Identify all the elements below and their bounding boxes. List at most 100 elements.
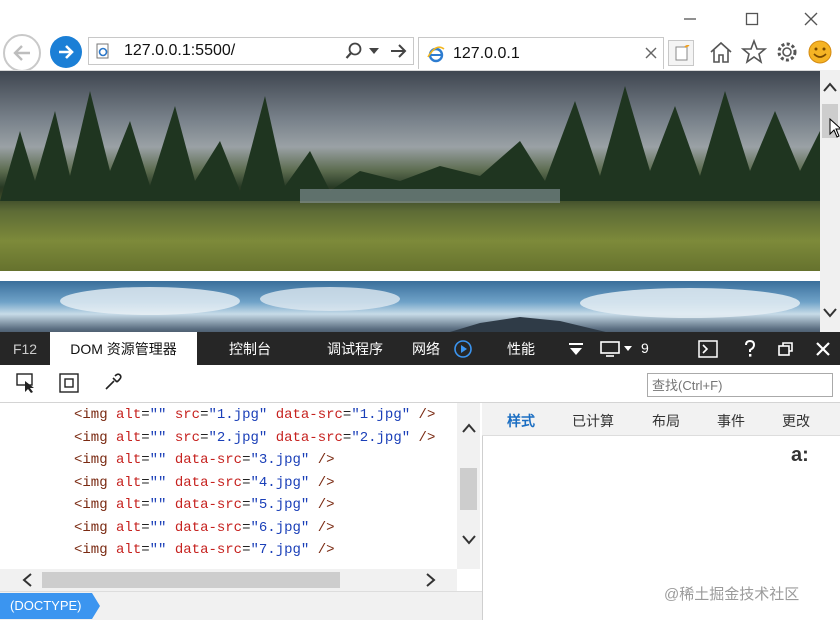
dom-node-line[interactable]: <img alt="" src="2.jpg" data-src="2.jpg"… [74,430,435,446]
styles-tab-bar: 样式 已计算 布局 事件 更改 [482,403,840,436]
dropdown-icon[interactable] [369,48,379,56]
attr-name: alt [116,474,142,491]
equals: = [141,542,150,558]
tab-network[interactable]: 网络 [406,332,446,365]
scroll-up-icon[interactable] [823,82,837,92]
tag-text: /> [309,474,335,491]
tab-layout[interactable]: 布局 [652,411,680,431]
equals: = [141,519,150,536]
tab-performance[interactable]: 性能 [496,332,546,365]
dom-node-line[interactable]: <img alt="" src="1.jpg" data-src="1.jpg"… [74,407,435,423]
console-toggle-icon[interactable] [698,340,718,358]
more-tabs-icon[interactable] [568,341,584,357]
page-icon [96,43,109,59]
breadcrumb-doctype[interactable]: (DOCTYPE) [0,593,100,619]
maximize-icon[interactable] [738,6,766,32]
address-bar[interactable]: 127.0.0.1:5500/ [88,37,414,65]
attr-name: data-src [275,407,343,423]
devtools-close-icon[interactable] [816,342,830,356]
tag-text: <img [74,542,108,558]
highlight-element-icon[interactable] [59,373,79,393]
color-picker-icon[interactable] [104,373,122,391]
attr-name: alt [116,429,142,446]
attr-name: alt [116,519,142,536]
minimize-icon[interactable] [676,6,704,32]
scroll-down-icon[interactable] [823,308,837,318]
equals: = [141,429,150,446]
scroll-left-icon[interactable] [22,573,32,587]
new-tab-button[interactable] [668,40,694,66]
dom-node-line[interactable]: <img alt="" data-src="7.jpg" /> [74,542,335,558]
tab-computed[interactable]: 已计算 [572,411,614,431]
attr-name: alt [116,497,142,513]
attr-value: "" [149,542,167,558]
address-text: 127.0.0.1:5500/ [124,42,236,59]
dom-node-line[interactable]: <img alt="" data-src="5.jpg" /> [74,497,335,513]
attr-value: "6.jpg" [250,519,310,536]
arrow-left-icon [13,45,30,61]
browser-tab[interactable]: 127.0.0.1 [418,37,664,69]
attr-name: alt [116,542,142,558]
attr-value: "1.jpg" [351,407,411,423]
settings-gear-icon[interactable] [774,39,800,65]
help-icon[interactable] [744,340,756,358]
tab-debugger[interactable]: 调试程序 [310,332,400,365]
attr-value: "" [149,407,167,423]
scroll-down-icon[interactable] [462,535,476,545]
tab-console[interactable]: 控制台 [205,332,295,365]
favorites-star-icon[interactable] [741,39,767,65]
scroll-up-icon[interactable] [462,423,476,433]
dom-tree-vertical-thumb[interactable] [460,468,477,510]
home-icon[interactable] [708,40,734,64]
emulation-screen-icon[interactable] [600,341,622,357]
lake-forest-image [0,71,820,271]
dom-node-line[interactable]: <img alt="" data-src="4.jpg" /> [74,475,335,491]
tag-text: /> [410,407,436,423]
attr-value: "" [149,497,167,513]
tag-text: /> [410,429,436,446]
scroll-right-icon[interactable] [426,573,436,587]
tag-text: /> [309,452,335,468]
attr-value: "2.jpg" [351,429,411,446]
select-element-icon[interactable] [16,373,36,393]
undock-icon[interactable] [778,341,794,357]
tab-title: 127.0.0.1 [453,45,520,62]
dom-tree-horizontal-thumb[interactable] [42,572,340,588]
attr-name: data-src [174,497,243,513]
find-input[interactable] [647,373,833,397]
forward-button[interactable] [50,36,82,68]
tab-events[interactable]: 事件 [717,411,745,431]
attr-name: data-src [174,542,243,558]
attr-name: data-src [174,519,243,536]
page-viewport [0,70,820,332]
f12-label: F12 [12,340,38,357]
search-icon[interactable] [345,42,363,60]
tag-text: /> [309,542,335,558]
tag-text: <img [74,429,108,446]
close-icon[interactable] [797,6,825,32]
attr-name: src [174,429,201,446]
tab-changes[interactable]: 更改 [782,411,810,431]
tab-styles[interactable]: 样式 [507,411,535,431]
tab-dom-explorer[interactable]: DOM 资源管理器 [50,332,197,365]
attr-value: "" [149,452,167,468]
back-button[interactable] [3,34,41,72]
smiley-feedback-icon[interactable] [807,39,833,65]
equals: = [141,452,150,468]
dom-node-line[interactable]: <img alt="" data-src="3.jpg" /> [74,452,335,468]
network-play-icon[interactable] [454,340,472,358]
dropdown-icon[interactable] [624,346,632,352]
attr-value: "5.jpg" [250,497,310,513]
ie-window: 127.0.0.1:5500/ 127.0.0.1 F12 DOM 资源管理器 … [0,0,840,620]
pseudo-class-toggle[interactable]: a: [791,444,809,467]
tab-close-icon[interactable] [645,47,657,59]
dom-node-line[interactable]: <img alt="" data-src="6.jpg" /> [74,520,335,536]
equals: = [141,474,150,491]
go-icon[interactable] [389,42,409,60]
